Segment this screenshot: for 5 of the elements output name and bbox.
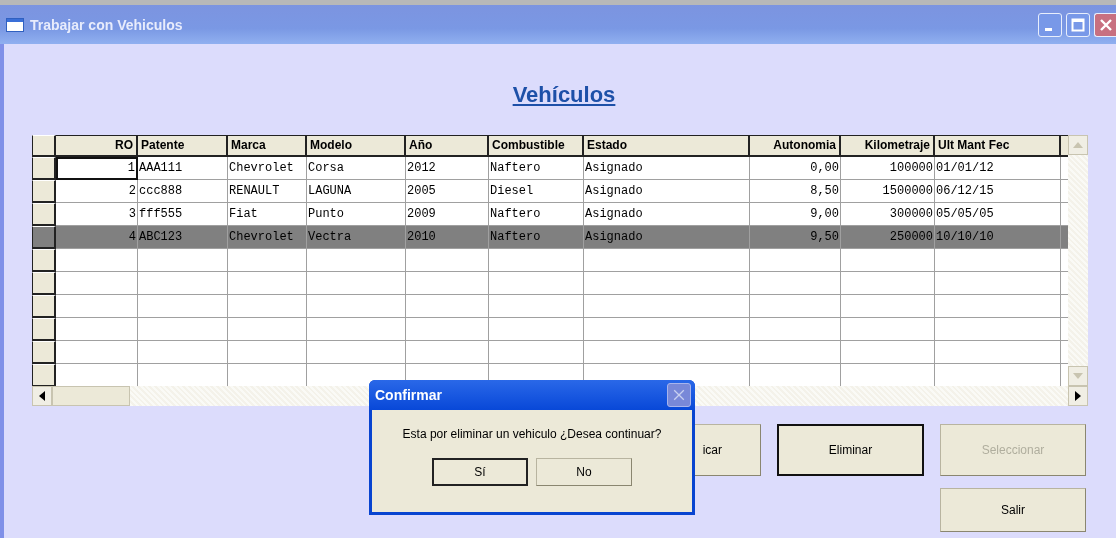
window-title: Trabajar con Vehiculos [30,16,183,33]
page-heading: Vehículos [512,81,616,109]
dialog-message: Esta por eliminar un vehiculo ¿Desea continuar? [402,427,662,441]
table-cell: 1 [56,157,138,180]
dialog-title: Confirmar [375,387,442,403]
